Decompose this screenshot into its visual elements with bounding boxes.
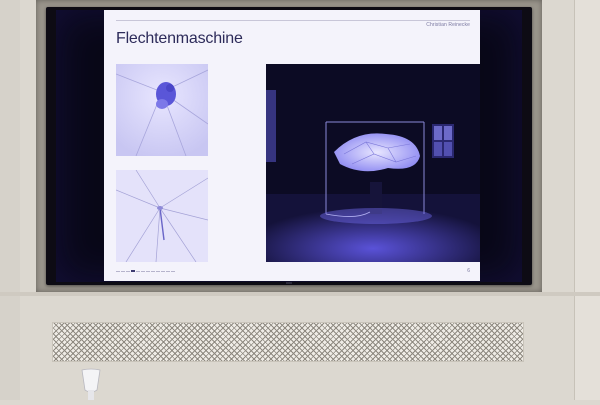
tv-power-led [286, 282, 292, 284]
wall-ledge [0, 292, 600, 296]
left-wall [0, 0, 20, 400]
glass-object [80, 368, 102, 400]
pager-dot [166, 270, 170, 272]
pager-dot [116, 270, 120, 272]
pager-dot [141, 270, 145, 272]
pager-dot [156, 270, 160, 272]
photo-flower-closeup [116, 64, 208, 156]
vent-grille [52, 322, 524, 362]
pager-dot [126, 270, 130, 272]
tv-screen: Christian Reinecke Flechtenmaschine 6 [56, 10, 522, 282]
pager-dot-active [131, 270, 135, 272]
pager-dot [151, 270, 155, 272]
photo-membrane-detail [116, 170, 208, 262]
pager-dot [146, 270, 150, 272]
tv-monitor: Christian Reinecke Flechtenmaschine 6 [46, 7, 532, 285]
page-number: 6 [467, 268, 470, 274]
photo-installation-night [266, 64, 480, 262]
slide-title: Flechtenmaschine [116, 30, 243, 47]
pager-dot [136, 270, 140, 272]
pager-dot [171, 270, 175, 272]
pager-dot [121, 270, 125, 272]
slide-pager [116, 270, 175, 272]
pager-dot [161, 270, 165, 272]
author-name: Christian Reinecke [426, 22, 470, 28]
presentation-slide: Christian Reinecke Flechtenmaschine 6 [104, 10, 480, 281]
header-rule [116, 20, 470, 21]
right-wall [574, 0, 600, 400]
